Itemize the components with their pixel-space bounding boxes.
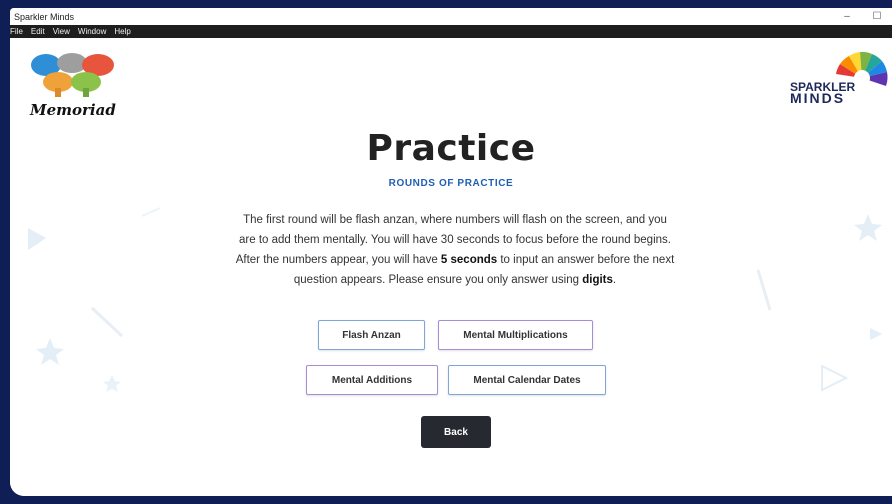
menu-window[interactable]: Window xyxy=(74,27,110,36)
title-bar: Sparkler Minds – ☐ xyxy=(10,8,892,25)
mental-multiplications-button[interactable]: Mental Multiplications xyxy=(438,320,593,350)
app-window: Sparkler Minds – ☐ File Edit View Window… xyxy=(10,8,892,496)
minds-text: MINDS xyxy=(790,90,846,106)
page-title: Practice xyxy=(366,128,536,169)
window-controls: – ☐ xyxy=(832,8,892,25)
menu-help[interactable]: Help xyxy=(110,27,134,36)
menu-file[interactable]: File xyxy=(10,27,27,36)
instructions-text: The first round will be flash anzan, whe… xyxy=(235,210,675,290)
menu-view[interactable]: View xyxy=(49,27,74,36)
minimize-button[interactable]: – xyxy=(832,8,862,25)
menu-edit[interactable]: Edit xyxy=(27,27,49,36)
memoriad-wordmark: Memoriad xyxy=(30,101,116,119)
desc-bold-seconds: 5 seconds xyxy=(440,254,498,266)
memoriad-logo: Memoriad xyxy=(28,52,128,119)
desc-bold-digits: digits xyxy=(582,274,613,286)
maximize-button[interactable]: ☐ xyxy=(862,8,892,25)
back-button[interactable]: Back xyxy=(421,416,491,448)
page-subtitle: ROUNDS OF PRACTICE xyxy=(388,178,514,189)
flash-anzan-button[interactable]: Flash Anzan xyxy=(318,320,425,350)
menu-bar: File Edit View Window Help xyxy=(10,25,892,38)
main-content: Memoriad SPARKLER MINDS Practice ROUNDS … xyxy=(10,38,892,496)
mental-additions-button[interactable]: Mental Additions xyxy=(306,365,438,395)
sparkler-minds-logo: SPARKLER MINDS xyxy=(790,48,890,110)
sparkler-minds-wordmark: SPARKLER MINDS xyxy=(790,81,855,106)
mental-calendar-dates-button[interactable]: Mental Calendar Dates xyxy=(448,365,606,395)
desc-part3: . xyxy=(612,274,617,286)
brain-cluster-icon xyxy=(31,53,114,97)
window-title: Sparkler Minds xyxy=(14,11,75,22)
